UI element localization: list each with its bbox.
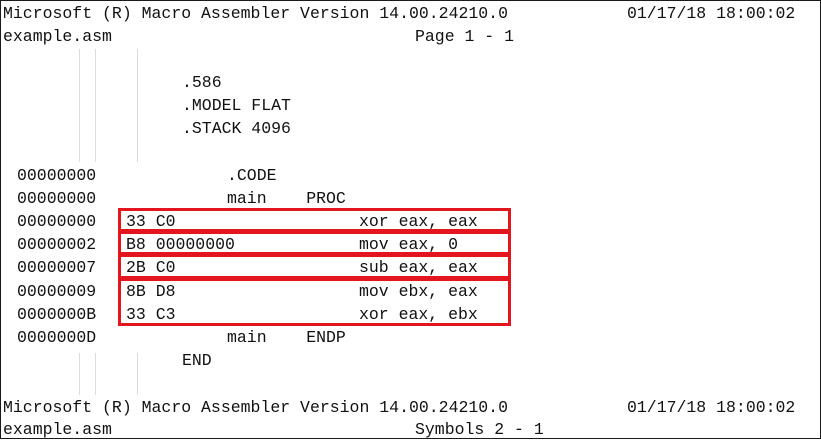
- footer-banner: Microsoft (R) Macro Assembler Version 14…: [3, 398, 508, 417]
- address-cell: 00000000: [17, 212, 97, 231]
- directive-line: .586: [182, 73, 222, 92]
- source-cell: .CODE: [227, 166, 277, 185]
- address-cell: 0000000B: [17, 305, 97, 324]
- guide-line: [137, 49, 138, 162]
- source-cell: main PROC: [227, 189, 346, 208]
- header-banner: Microsoft (R) Macro Assembler Version 14…: [3, 4, 508, 23]
- guide-line: [95, 49, 96, 162]
- address-cell: 00000007: [17, 258, 97, 277]
- highlight-box: [118, 254, 511, 279]
- guide-line: [79, 353, 80, 395]
- highlight-box: [118, 208, 511, 232]
- end-directive: END: [182, 351, 212, 370]
- header-page-number: Page 1 - 1: [415, 27, 515, 46]
- address-cell: 00000002: [17, 235, 97, 254]
- header-filename: example.asm: [3, 27, 112, 46]
- footer-page-number: Symbols 2 - 1: [415, 420, 544, 439]
- highlight-box: [118, 278, 511, 326]
- footer-datetime: 01/17/18 18:00:02: [627, 398, 796, 417]
- guide-line: [137, 353, 138, 395]
- highlight-box: [118, 231, 511, 255]
- footer-filename: example.asm: [3, 420, 112, 439]
- address-cell: 00000000: [17, 166, 97, 185]
- address-cell: 0000000D: [17, 328, 97, 347]
- source-cell: main ENDP: [227, 328, 346, 347]
- directive-line: .MODEL FLAT: [182, 96, 291, 115]
- address-cell: 00000009: [17, 282, 97, 301]
- guide-line: [79, 49, 80, 162]
- address-cell: 00000000: [17, 189, 97, 208]
- assembler-listing-page: Microsoft (R) Macro Assembler Version 14…: [0, 0, 821, 439]
- guide-line: [95, 353, 96, 395]
- directive-line: .STACK 4096: [182, 119, 291, 138]
- header-datetime: 01/17/18 18:00:02: [627, 4, 796, 23]
